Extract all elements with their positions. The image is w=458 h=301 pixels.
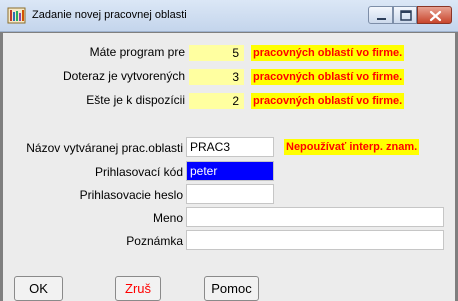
minimize-icon — [377, 18, 386, 20]
count-note-total: pracovných oblastí vo firme. — [251, 45, 405, 61]
login-password-label: Prihlasovacie heslo — [79, 188, 183, 202]
name-input[interactable]: PRAC3 — [186, 137, 274, 157]
cancel-button[interactable]: Zruš — [115, 276, 161, 301]
close-icon — [429, 10, 442, 22]
count-value-available: 2 — [189, 93, 244, 109]
login-code-label: Prihlasovací kód — [94, 165, 183, 179]
meno-input[interactable] — [186, 207, 444, 227]
window-title: Zadanie novej pracovnej oblasti — [32, 9, 187, 21]
maximize-icon — [400, 10, 412, 21]
help-button[interactable]: Pomoc — [204, 276, 259, 301]
meno-label: Meno — [152, 211, 183, 225]
minimize-button[interactable] — [368, 6, 393, 24]
poznamka-input[interactable] — [186, 230, 444, 250]
title-bar[interactable]: Zadanie novej pracovnej oblasti — [0, 0, 458, 32]
count-note-created: pracovných oblastí vo firme. — [251, 69, 405, 85]
ok-button[interactable]: OK — [14, 276, 63, 301]
count-label-total: Máte program pre — [89, 45, 185, 59]
maximize-button[interactable] — [393, 6, 417, 24]
name-label: Názov vytváranej prac.oblasti — [26, 141, 183, 155]
login-code-input[interactable]: peter — [186, 161, 274, 181]
close-button[interactable] — [417, 6, 452, 24]
poznamka-label: Poznámka — [126, 234, 183, 248]
count-label-created: Doteraz je vytvorených — [62, 69, 185, 83]
count-label-available: Ešte je k dispozícii — [86, 93, 185, 107]
name-warning: Nepoužívať interp. znam. — [284, 139, 420, 155]
dialog-window: Zadanie novej pracovnej oblasti Máte pro… — [0, 0, 458, 301]
count-note-available: pracovných oblastí vo firme. — [251, 93, 405, 109]
count-value-created: 3 — [189, 69, 244, 85]
app-icon — [7, 7, 27, 24]
count-value-total: 5 — [189, 45, 244, 61]
login-password-input[interactable] — [186, 184, 274, 204]
dialog-body: Máte program pre 5 pracovných oblastí vo… — [3, 33, 455, 301]
